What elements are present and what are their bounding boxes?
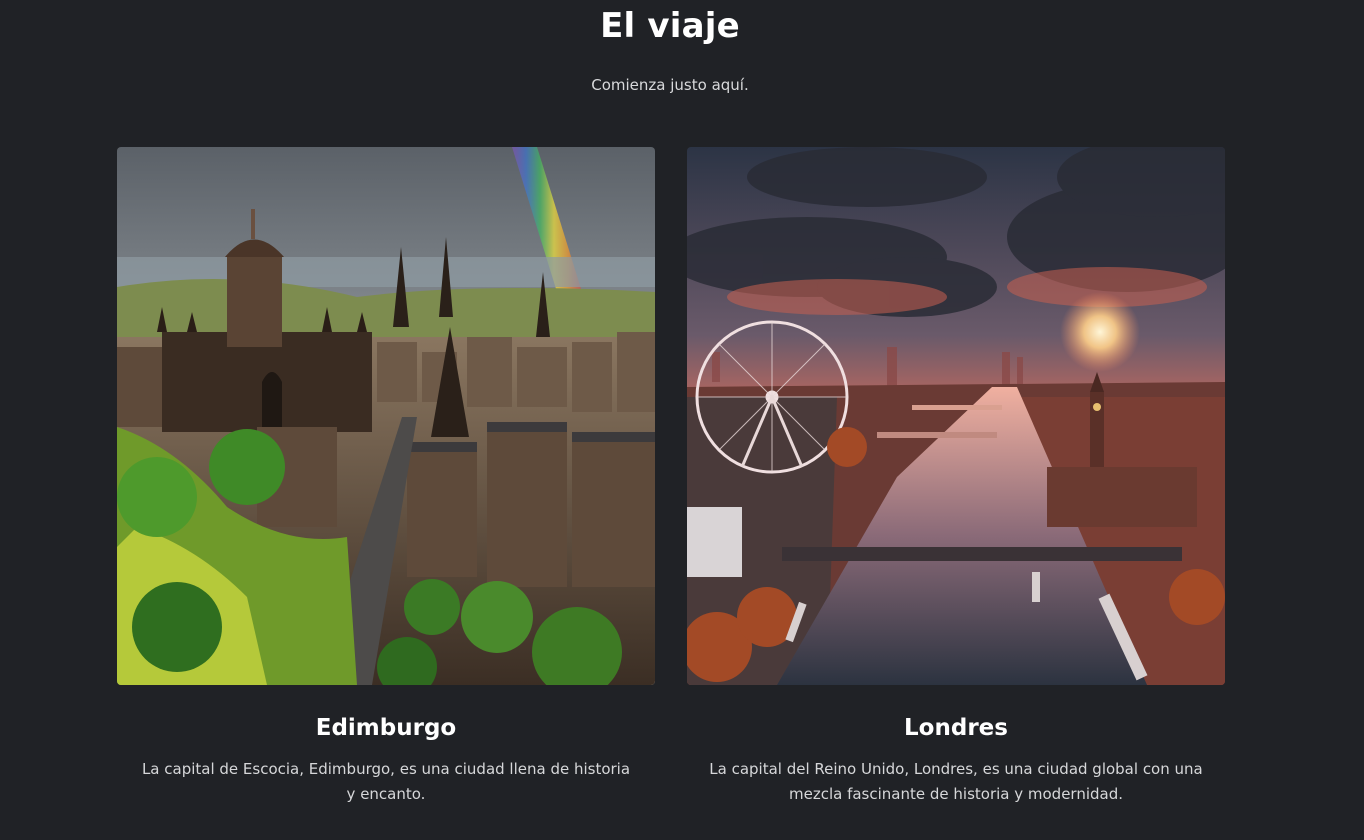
card-description: La capital de Escocia, Edimburgo, es una… xyxy=(141,760,631,803)
card-title: Edimburgo xyxy=(315,715,457,741)
london-image xyxy=(687,147,1225,685)
london-photo-illustration xyxy=(687,147,1225,685)
destination-card-london: Londres La capital del Reino Unido, Lond… xyxy=(687,147,1225,807)
destination-card-edinburgh: Edimburgo La capital de Escocia, Edimbur… xyxy=(117,147,655,807)
page-title: El viaje xyxy=(600,6,740,46)
edinburgh-image xyxy=(117,147,655,685)
card-description: La capital del Reino Unido, Londres, es … xyxy=(709,760,1203,803)
card-title: Londres xyxy=(904,715,1008,741)
edinburgh-photo-illustration xyxy=(117,147,655,685)
page: El viaje Comienza justo aquí. Edimburgo … xyxy=(0,0,1364,840)
page-subtitle: Comienza justo aquí. xyxy=(591,76,749,94)
